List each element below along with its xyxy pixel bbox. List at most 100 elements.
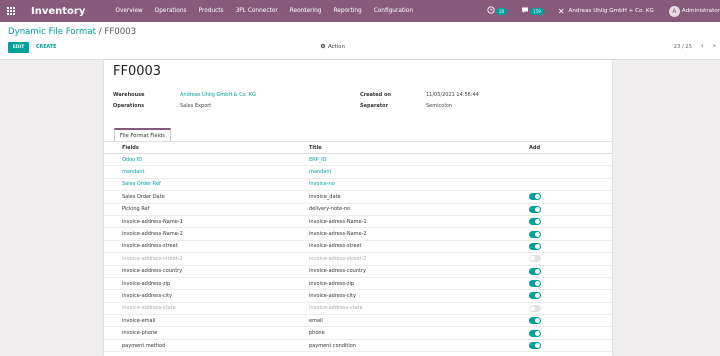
add-cell bbox=[529, 326, 612, 340]
avatar[interactable]: A bbox=[668, 5, 680, 17]
table-row[interactable]: Odoo ID ERP_ID bbox=[104, 153, 612, 167]
menu-reordering[interactable]: Reordering bbox=[284, 0, 328, 22]
table-row[interactable]: invoice-address-Name-2 invoice-adress-Nam… bbox=[104, 227, 612, 241]
add-cell bbox=[529, 302, 612, 316]
pager-next-icon[interactable]: › bbox=[713, 41, 716, 50]
title-cell[interactable]: delivery-note-no bbox=[309, 203, 529, 216]
table-row[interactable]: Sales Order Date invoice_date bbox=[104, 190, 612, 204]
add-toggle[interactable] bbox=[529, 255, 541, 263]
add-cell bbox=[529, 265, 612, 278]
table-row[interactable]: invoice-address-street invoice-adress-str… bbox=[104, 240, 612, 254]
edit-button[interactable]: EDIT bbox=[8, 42, 29, 53]
create-button[interactable]: CREATE bbox=[36, 42, 56, 53]
add-toggle[interactable] bbox=[529, 292, 541, 300]
table-row[interactable]: invoice-phone phone bbox=[104, 326, 612, 340]
operations-label: Operations bbox=[113, 103, 145, 109]
menu-products[interactable]: Products bbox=[193, 0, 230, 22]
field-cell[interactable]: invoice-address-state bbox=[104, 302, 309, 316]
table-row[interactable]: Picking Ref delivery-note-no bbox=[104, 203, 612, 216]
add-toggle[interactable] bbox=[529, 218, 541, 226]
column-header-title[interactable]: Title bbox=[309, 142, 529, 154]
add-toggle[interactable] bbox=[529, 267, 541, 275]
menu-3pl-connector[interactable]: 3PL Connector bbox=[230, 0, 284, 22]
add-cell bbox=[529, 314, 612, 328]
separator-label: Separator bbox=[360, 103, 389, 109]
field-cell[interactable]: invoice-address-country bbox=[104, 265, 309, 278]
messages-button[interactable]: 159 bbox=[521, 6, 544, 16]
title-cell[interactable]: invoice-adress-Name-1 bbox=[309, 215, 529, 229]
title-cell[interactable]: invoice-adress-city bbox=[309, 289, 529, 303]
menu-operations[interactable]: Operations bbox=[149, 0, 193, 22]
activity-button[interactable]: 20 bbox=[487, 6, 508, 16]
title-cell[interactable]: ERP_ID bbox=[309, 153, 529, 167]
add-toggle[interactable] bbox=[529, 317, 541, 325]
add-toggle[interactable] bbox=[529, 329, 541, 337]
add-toggle[interactable] bbox=[529, 280, 541, 288]
field-cell[interactable]: invoice-address-Name-1 bbox=[104, 215, 309, 229]
table-row[interactable]: invoice-address-Name-1 invoice-adress-Nam… bbox=[104, 215, 612, 229]
field-cell[interactable]: Odoo ID bbox=[104, 153, 309, 167]
field-cell[interactable]: invoice-address-city bbox=[104, 289, 309, 303]
add-toggle[interactable] bbox=[529, 193, 541, 201]
title-cell[interactable]: email bbox=[309, 314, 529, 328]
title-cell[interactable]: invoice-adress-street-2 bbox=[309, 252, 529, 266]
title-cell[interactable]: invoice-adress-street bbox=[309, 240, 529, 254]
table-row[interactable]: invoice-address-zip invoice-adress-zip bbox=[104, 277, 612, 291]
add-toggle[interactable] bbox=[529, 304, 541, 312]
table-row[interactable]: invoice-address-country invoice-adress-co… bbox=[104, 265, 612, 278]
field-cell[interactable]: invoice-address-zip bbox=[104, 277, 309, 291]
column-header-fields[interactable]: Fields bbox=[104, 142, 309, 154]
table-row[interactable]: invoice-address-street-2 invoice-adress-s… bbox=[104, 252, 612, 266]
pager-previous-icon[interactable]: ‹ bbox=[701, 41, 704, 50]
title-cell[interactable]: payment condition bbox=[309, 339, 529, 353]
breadcrumb-parent[interactable]: Dynamic File Format bbox=[8, 27, 96, 37]
add-cell bbox=[529, 277, 612, 291]
table-row[interactable]: invoice-address-state invoice-address-sta… bbox=[104, 302, 612, 316]
field-cell[interactable]: invoice-address-street-2 bbox=[104, 252, 309, 266]
field-cell[interactable]: Sales Order Ref bbox=[104, 178, 309, 192]
close-icon[interactable]: ✕ bbox=[558, 7, 565, 16]
table-row[interactable]: mandant mandant bbox=[104, 165, 612, 179]
field-cell[interactable]: invoice-address-Name-2 bbox=[104, 227, 309, 241]
table-row[interactable]: payment method payment condition bbox=[104, 339, 612, 353]
title-cell[interactable]: invoice-adress-zip bbox=[309, 277, 529, 291]
table-row[interactable]: invoice-address-city invoice-adress-city bbox=[104, 289, 612, 303]
add-toggle[interactable] bbox=[529, 342, 541, 350]
field-cell[interactable]: invoice-address-street bbox=[104, 240, 309, 254]
breadcrumb-separator: / bbox=[98, 27, 102, 37]
tab-file-format-fields[interactable]: File Format Fields bbox=[114, 128, 171, 141]
apps-menu-icon[interactable] bbox=[0, 0, 22, 22]
menu-overview[interactable]: Overview bbox=[109, 0, 148, 22]
column-header-add[interactable]: Add bbox=[529, 142, 612, 154]
title-cell[interactable]: phone bbox=[309, 326, 529, 340]
add-toggle[interactable] bbox=[529, 205, 541, 213]
title-cell[interactable]: invoice-adress-Name-2 bbox=[309, 227, 529, 241]
action-dropdown[interactable]: Action bbox=[320, 43, 345, 51]
form-sheet: FF0003 Warehouse Andreas Uhlig GmbH & Co… bbox=[104, 60, 612, 356]
title-cell[interactable]: invoice-address-state bbox=[309, 302, 529, 316]
warehouse-field[interactable]: Andreas Uhlig GmbH & Co. KG bbox=[180, 92, 256, 98]
title-cell[interactable]: invoice-no bbox=[309, 178, 529, 192]
menu-configuration[interactable]: Configuration bbox=[368, 0, 419, 22]
title-cell[interactable]: invoice_date bbox=[309, 190, 529, 204]
add-toggle[interactable] bbox=[529, 230, 541, 238]
top-navbar: Inventory Overview Operations Products 3… bbox=[0, 0, 720, 22]
pager-value[interactable]: 23 / 25 bbox=[674, 44, 692, 50]
add-cell bbox=[529, 190, 612, 204]
title-cell[interactable]: mandant bbox=[309, 165, 529, 179]
field-cell[interactable]: Sales Order Date bbox=[104, 190, 309, 204]
field-cell[interactable]: Picking Ref bbox=[104, 203, 309, 216]
field-cell[interactable]: payment method bbox=[104, 339, 309, 353]
table-row[interactable]: invoice-email email bbox=[104, 314, 612, 328]
gear-icon bbox=[320, 43, 326, 51]
field-cell[interactable]: mandant bbox=[104, 165, 309, 179]
user-menu[interactable]: Administrator bbox=[682, 8, 720, 14]
app-name[interactable]: Inventory bbox=[31, 6, 85, 17]
title-cell[interactable]: invoice-adress-country bbox=[309, 265, 529, 278]
menu-reporting[interactable]: Reporting bbox=[328, 0, 368, 22]
add-toggle[interactable] bbox=[529, 242, 541, 250]
field-cell[interactable]: invoice-email bbox=[104, 314, 309, 328]
field-cell[interactable]: invoice-phone bbox=[104, 326, 309, 340]
table-row[interactable]: Sales Order Ref invoice-no bbox=[104, 178, 612, 192]
company-switcher[interactable]: Andreas Uhlig GmbH + Co. KG bbox=[569, 8, 654, 14]
